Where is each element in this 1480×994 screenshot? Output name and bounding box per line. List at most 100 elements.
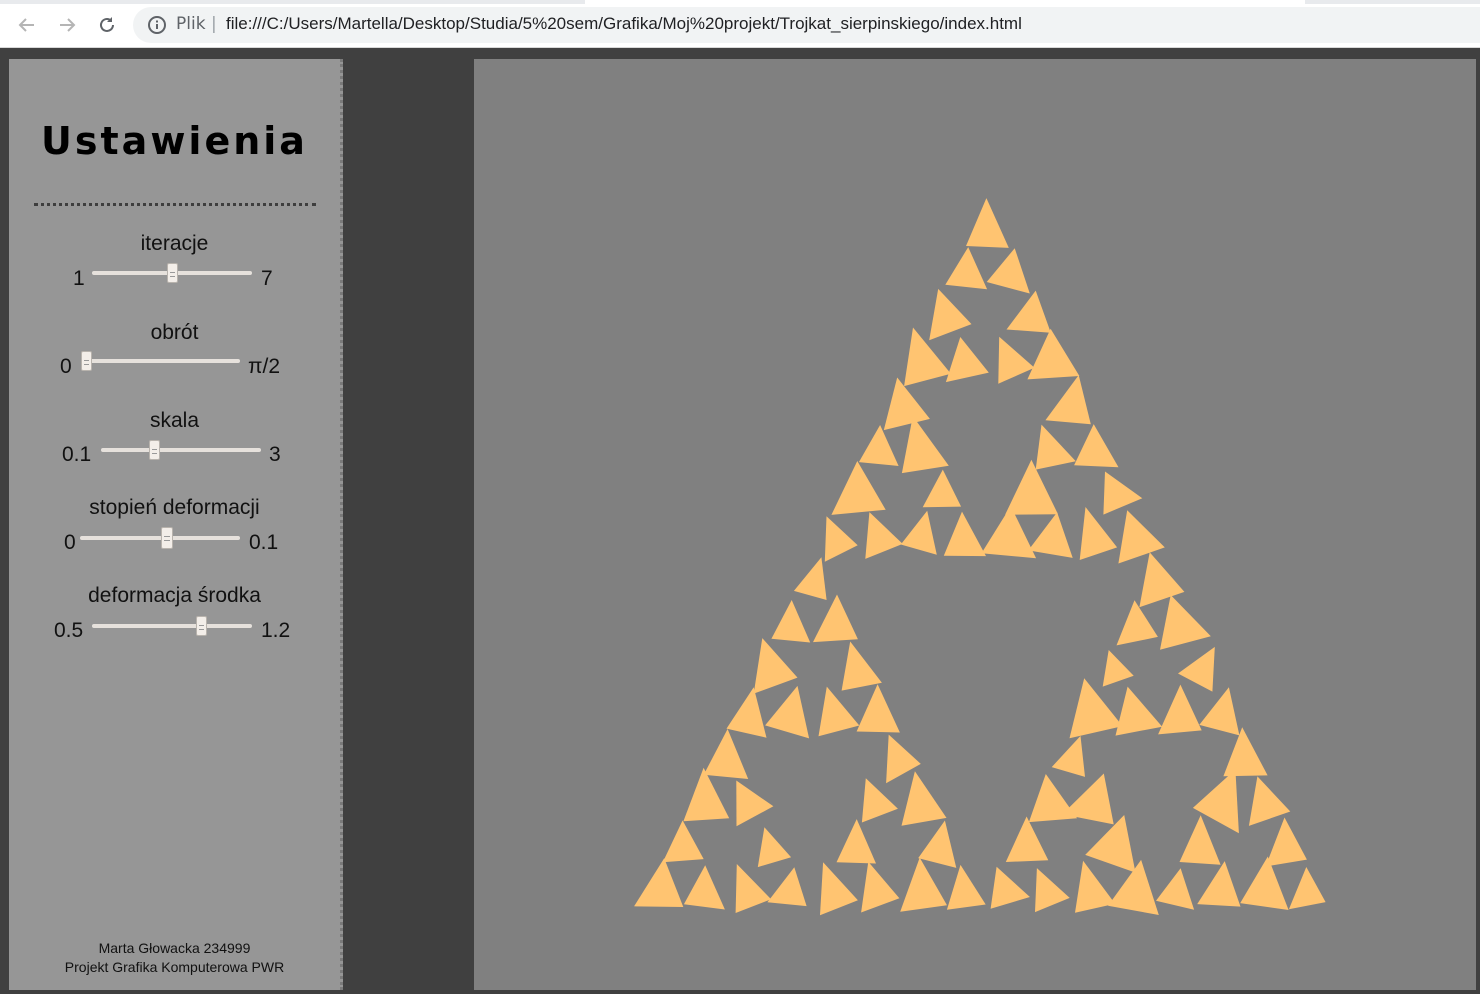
active-tab[interactable]: [585, 0, 1305, 4]
fractal-triangle: [703, 729, 749, 779]
fractal-triangle: [946, 864, 986, 910]
url-text[interactable]: file:///C:/Users/Martella/Desktop/Studia…: [226, 14, 1022, 34]
sierpinski-triangle-drawing: [634, 198, 1326, 916]
fractal-triangle: [966, 198, 1009, 248]
fractal-canvas[interactable]: [474, 59, 1476, 990]
fractal-triangle: [726, 687, 767, 738]
rotation-slider[interactable]: [81, 351, 240, 371]
rotation-slider-thumb[interactable]: [81, 351, 92, 371]
center-deformation-slider-thumb[interactable]: [196, 616, 208, 636]
fractal-triangle: [1178, 646, 1215, 692]
fractal-triangle: [757, 827, 792, 868]
fractal-triangle: [818, 686, 860, 737]
forward-arrow-icon: [60, 18, 76, 32]
back-arrow-icon: [18, 18, 34, 32]
fractal-triangle: [813, 594, 858, 643]
fractal-triangle: [793, 557, 827, 600]
fractal-triangle: [1102, 650, 1134, 687]
address-bar[interactable]: Plik | file:///C:/Users/Martella/Desktop…: [133, 7, 1480, 43]
reload-button[interactable]: [92, 10, 122, 40]
fractal-triangle: [831, 461, 886, 515]
title-divider: [34, 203, 316, 206]
fractal-triangle: [990, 866, 1030, 909]
fractal-triangle: [904, 327, 951, 387]
deformation-degree-label: stopień deformacji: [89, 496, 260, 519]
fractal-triangle: [1103, 471, 1143, 515]
panel-title: Ustawienia: [41, 119, 308, 163]
fractal-triangle: [1197, 861, 1241, 907]
fractal-triangle: [1139, 552, 1185, 608]
scale-slider[interactable]: [101, 440, 261, 460]
fractal-triangle: [1115, 686, 1163, 736]
fractal-triangle: [820, 862, 858, 916]
scale-min: 0.1: [62, 443, 92, 466]
center-deformation-min: 0.5: [54, 619, 84, 642]
fractal-triangle: [865, 512, 903, 559]
fractal-triangle: [861, 861, 900, 913]
fractal-triangle: [1027, 328, 1080, 380]
author-footer: Marta Głowacka 234999 Projekt Grafika Ko…: [9, 939, 340, 977]
fractal-triangle: [765, 685, 810, 739]
deformation-degree-max: 0.1: [249, 531, 279, 554]
rotation-label: obrót: [150, 321, 199, 344]
iterations-max: 7: [261, 267, 273, 290]
fractal-triangle: [986, 248, 1030, 294]
sierpinski-triangles: [634, 198, 1326, 916]
fractal-triangle: [901, 771, 947, 826]
fractal-triangle: [901, 416, 949, 474]
fractal-triangle: [1248, 776, 1291, 826]
fractal-triangle: [771, 600, 811, 643]
fractal-triangle: [634, 858, 684, 907]
fractal-triangle: [1156, 868, 1195, 910]
deformation-degree-slider-thumb[interactable]: [161, 527, 174, 549]
fractal-triangle: [1288, 867, 1326, 910]
settings-panel: Ustawienia iteracje 1 7 obrót 0 π/2 skal…: [9, 59, 343, 990]
iterations-slider-thumb[interactable]: [166, 263, 178, 283]
scale-slider-thumb[interactable]: [148, 440, 160, 460]
fractal-triangle: [1079, 507, 1118, 560]
fractal-triangle: [1118, 510, 1165, 564]
fractal-triangle: [918, 820, 957, 868]
browser-toolbar: Plik | file:///C:/Users/Martella/Desktop…: [0, 0, 1480, 48]
fractal-triangle: [662, 820, 704, 863]
fractal-triangle: [735, 864, 772, 913]
fractal-triangle: [1006, 290, 1051, 333]
fractal-triangle: [1116, 600, 1158, 646]
rotation-max: π/2: [248, 355, 281, 378]
fractal-triangle: [1035, 868, 1070, 913]
deformation-degree-min: 0: [64, 531, 76, 554]
fractal-triangle: [1035, 424, 1076, 470]
center-deformation-slider[interactable]: [92, 616, 252, 636]
fractal-triangle: [1223, 727, 1268, 777]
fractal-triangle: [929, 288, 972, 341]
fractal-triangle: [1199, 687, 1240, 736]
back-button[interactable]: [12, 10, 42, 40]
fractal-triangle: [945, 247, 988, 290]
deformation-degree-slider[interactable]: [80, 527, 240, 549]
fractal-triangle: [900, 510, 937, 555]
iterations-slider[interactable]: [92, 263, 252, 283]
fractal-triangle: [736, 780, 774, 827]
scale-max: 3: [269, 443, 281, 466]
fractal-triangle: [861, 778, 898, 823]
fractal-triangle: [1179, 815, 1221, 865]
fractal-triangle: [753, 638, 798, 694]
fractal-triangle: [1045, 375, 1091, 425]
fractal-triangle: [1028, 512, 1073, 558]
fractal-triangle: [1005, 816, 1049, 862]
forward-button[interactable]: [52, 10, 82, 40]
fractal-triangle: [836, 819, 876, 864]
fractal-triangle: [1074, 424, 1119, 468]
center-deformation-label: deformacja środka: [88, 584, 261, 607]
fractal-triangle: [824, 516, 858, 562]
info-icon[interactable]: [147, 15, 167, 35]
center-deformation-max: 1.2: [261, 619, 291, 642]
fractal-triangle: [1005, 459, 1058, 515]
author-name: Marta Głowacka 234999: [98, 940, 251, 956]
scale-label: skala: [149, 409, 200, 432]
fractal-triangle: [1240, 856, 1289, 910]
iterations-min: 1: [73, 267, 85, 290]
tab-strip: [0, 0, 1480, 4]
fractal-triangle: [856, 684, 900, 733]
fractal-triangle: [1265, 817, 1307, 867]
